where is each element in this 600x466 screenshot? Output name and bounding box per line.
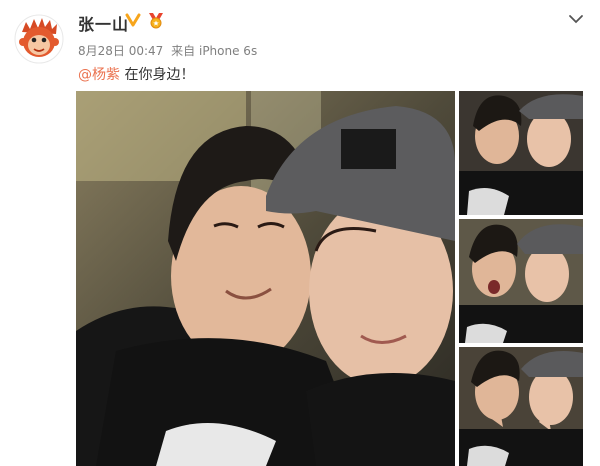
avatar[interactable]: [14, 14, 64, 64]
post-text: @杨紫 在你身边！: [78, 64, 194, 84]
source-prefix: 来自: [171, 44, 196, 58]
chevron-down-icon[interactable]: [568, 10, 584, 24]
verified-v-badge-icon: [125, 12, 141, 28]
post-body: 在你身边！: [124, 67, 195, 83]
medal-icon[interactable]: [146, 11, 166, 29]
monkey-avatar-icon: [14, 14, 64, 64]
mention-link[interactable]: @杨紫: [78, 67, 120, 83]
thumbnail-photo-1[interactable]: [459, 91, 583, 215]
username[interactable]: 张一山: [78, 11, 129, 35]
source-device[interactable]: iPhone 6s: [199, 44, 257, 58]
thumbnail-photo-3[interactable]: [459, 347, 583, 466]
main-photo[interactable]: [76, 91, 455, 466]
post-meta: 8月28日 00:47 来自 iPhone 6s: [78, 42, 257, 59]
post-time[interactable]: 8月28日 00:47: [78, 44, 163, 58]
thumbnail-photo-2[interactable]: [459, 219, 583, 343]
